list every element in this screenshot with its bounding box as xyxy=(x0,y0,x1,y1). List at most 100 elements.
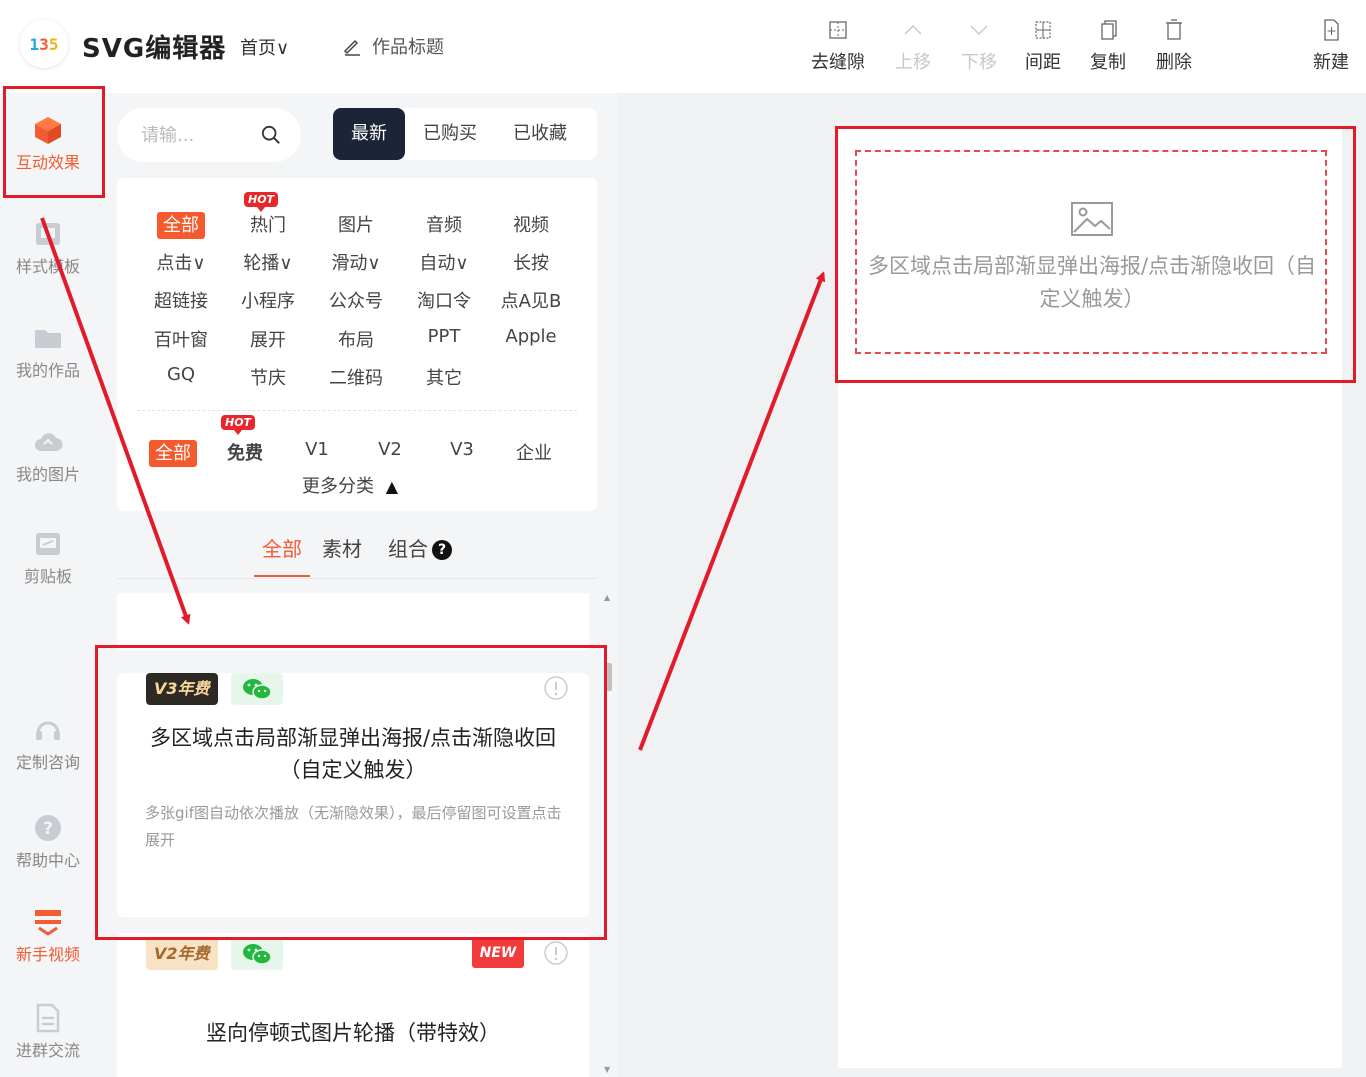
tab-favorites[interactable]: 已收藏 xyxy=(495,108,585,160)
spacing-label: 间距 xyxy=(1025,52,1061,73)
spacing-icon xyxy=(1035,21,1051,39)
move-down-button[interactable]: 下移 xyxy=(949,18,1009,74)
scroll-up-arrow-icon[interactable]: ▲ xyxy=(604,593,610,602)
folder-icon xyxy=(35,330,61,348)
category-apple[interactable]: Apple xyxy=(491,326,571,347)
sidebar-item-custom-consulting[interactable]: 定制咨询 xyxy=(0,715,96,773)
remove-gap-button[interactable]: 去缝隙 xyxy=(808,18,868,74)
spacing-button[interactable]: 间距 xyxy=(1013,18,1073,74)
category-video[interactable]: 视频 xyxy=(491,211,571,237)
category-hyperlink[interactable]: 超链接 xyxy=(141,287,221,313)
sidebar-item-label: 样式模板 xyxy=(15,257,80,276)
category-hot[interactable]: 热门 xyxy=(228,211,308,237)
placeholder-text: 多区域点击局部渐显弹出海报/点击渐隐收回（自定义触发） xyxy=(867,254,1317,311)
move-up-button[interactable]: 上移 xyxy=(883,18,943,74)
sidebar-item-label: 定制咨询 xyxy=(15,753,80,772)
category-click-a-see-b[interactable]: 点A见B xyxy=(491,287,571,313)
item-title: 多区域点击局部渐显弹出海报/点击渐隐收回（自定义触发） xyxy=(149,726,557,782)
hot-badge: HOT xyxy=(244,192,279,212)
home-menu-label: 首页 xyxy=(240,38,276,59)
tab-purchased[interactable]: 已购买 xyxy=(405,108,495,160)
sidebar-item-style-templates[interactable]: 样式模板 xyxy=(0,219,96,277)
sidebar-item-label: 帮助中心 xyxy=(15,851,80,870)
sidebar-item-help-center[interactable]: ? 帮助中心 xyxy=(0,813,96,871)
category-divider xyxy=(137,410,577,411)
clipboard-icon xyxy=(36,533,60,555)
sidebar-item-label: 剪贴板 xyxy=(23,567,72,586)
triangle-up-icon: ▲ xyxy=(385,477,399,496)
move-up-label: 上移 xyxy=(895,52,931,73)
category-all[interactable]: 全部 xyxy=(141,211,221,239)
category-gq[interactable]: GQ xyxy=(141,364,221,385)
search-icon[interactable] xyxy=(261,124,281,146)
category-ppt[interactable]: PPT xyxy=(404,326,484,347)
wechat-badge xyxy=(231,673,283,705)
more-categories-toggle[interactable]: 更多分类 ▲ xyxy=(302,472,398,498)
category-image[interactable]: 图片 xyxy=(316,211,396,237)
category-other[interactable]: 其它 xyxy=(404,364,484,390)
left-sidebar: 互动效果 样式模板 我的作品 我的图片 剪贴板 定制咨询 ? 帮助中心 新手视频… xyxy=(0,93,96,1077)
sidebar-item-my-images[interactable]: 我的图片 xyxy=(0,427,96,485)
copy-button[interactable]: 复制 xyxy=(1078,18,1138,74)
version-v2[interactable]: V2 xyxy=(350,439,430,460)
sidebar-item-clipboard[interactable]: 剪贴板 xyxy=(0,529,96,587)
sidebar-item-label: 互动效果 xyxy=(15,153,80,172)
sidebar-item-label: 新手视频 xyxy=(15,945,80,964)
sidebar-item-my-works[interactable]: 我的作品 xyxy=(0,323,96,381)
list-scrollbar[interactable]: ▲ ▼ xyxy=(604,593,612,1077)
sub-tab-material[interactable]: 素材 xyxy=(322,533,362,577)
list-item-previous[interactable] xyxy=(117,593,589,651)
logo[interactable]: 135 xyxy=(20,20,68,68)
home-menu[interactable]: 首页∨ xyxy=(240,34,289,60)
wechat-icon xyxy=(243,944,272,965)
effects-panel: 最新 已购买 已收藏 全部 HOT 热门 图片 音频 视频 点击∨ 轮播∨ 滑动… xyxy=(96,93,618,1077)
category-qr-code[interactable]: 二维码 xyxy=(316,364,396,390)
hot-badge: HOT xyxy=(221,415,256,435)
category-carousel[interactable]: 轮播∨ xyxy=(228,249,308,275)
category-official-account[interactable]: 公众号 xyxy=(316,287,396,313)
delete-button[interactable]: 删除 xyxy=(1144,18,1204,74)
version-all[interactable]: 全部 xyxy=(133,439,213,467)
brand-title: SVG编辑器 xyxy=(82,34,227,64)
tab-latest[interactable]: 最新 xyxy=(333,108,405,160)
category-blinds[interactable]: 百叶窗 xyxy=(141,326,221,352)
help-icon[interactable]: ? xyxy=(432,540,452,560)
version-v1[interactable]: V1 xyxy=(277,439,357,460)
category-layout[interactable]: 布局 xyxy=(316,326,396,352)
search-input[interactable] xyxy=(141,124,261,146)
sidebar-item-interactive-effects[interactable]: 互动效果 xyxy=(0,115,96,173)
sub-tab-combo[interactable]: 组合? xyxy=(388,533,452,577)
list-item[interactable]: V2年费 NEW 竖向停顿式图片轮播（带特效） xyxy=(117,933,589,1077)
category-taobao-code[interactable]: 淘口令 xyxy=(404,287,484,313)
new-button[interactable]: 新建 xyxy=(1301,18,1361,74)
sidebar-item-join-group[interactable]: 进群交流 xyxy=(0,1003,96,1061)
category-click[interactable]: 点击∨ xyxy=(141,249,221,275)
trash-icon xyxy=(1166,19,1182,40)
category-expand[interactable]: 展开 xyxy=(228,326,308,352)
scroll-down-arrow-icon[interactable]: ▼ xyxy=(604,1065,610,1074)
filter-tabs: 最新 已购买 已收藏 xyxy=(333,108,597,160)
sub-tab-all[interactable]: 全部 xyxy=(254,533,310,577)
info-icon[interactable] xyxy=(543,940,569,966)
list-item[interactable]: V3年费 多区域点击局部渐显弹出海报/点击渐隐收回（自定义触发） 多张gif图自… xyxy=(117,673,589,917)
version-v3[interactable]: V3 xyxy=(422,439,502,460)
category-auto[interactable]: 自动∨ xyxy=(404,249,484,275)
image-placeholder-icon xyxy=(1071,202,1113,236)
top-bar: 135 SVG编辑器 首页∨ 作品标题 去缝隙 上移 下移 间距 复制 删除 新… xyxy=(0,0,1366,93)
version-free[interactable]: 免费 xyxy=(205,439,285,465)
wechat-icon xyxy=(243,679,272,700)
scroll-thumb[interactable] xyxy=(605,663,612,691)
version-enterprise[interactable]: 企业 xyxy=(494,439,574,465)
sidebar-item-label: 我的图片 xyxy=(15,465,80,484)
inserted-effect-placeholder[interactable]: 多区域点击局部渐显弹出海报/点击渐隐收回（自定义触发） xyxy=(855,150,1327,354)
category-slide[interactable]: 滑动∨ xyxy=(316,249,396,275)
info-icon[interactable] xyxy=(543,675,569,701)
work-title-edit[interactable]: 作品标题 xyxy=(342,33,444,59)
category-audio[interactable]: 音频 xyxy=(404,211,484,237)
category-long-press[interactable]: 长按 xyxy=(491,249,571,275)
sidebar-item-beginner-videos[interactable]: 新手视频 xyxy=(0,907,96,965)
item-title: 竖向停顿式图片轮播（带特效） xyxy=(206,1021,500,1045)
category-mini-program[interactable]: 小程序 xyxy=(228,287,308,313)
category-festival[interactable]: 节庆 xyxy=(228,364,308,390)
version-badge: V3年费 xyxy=(146,673,218,705)
